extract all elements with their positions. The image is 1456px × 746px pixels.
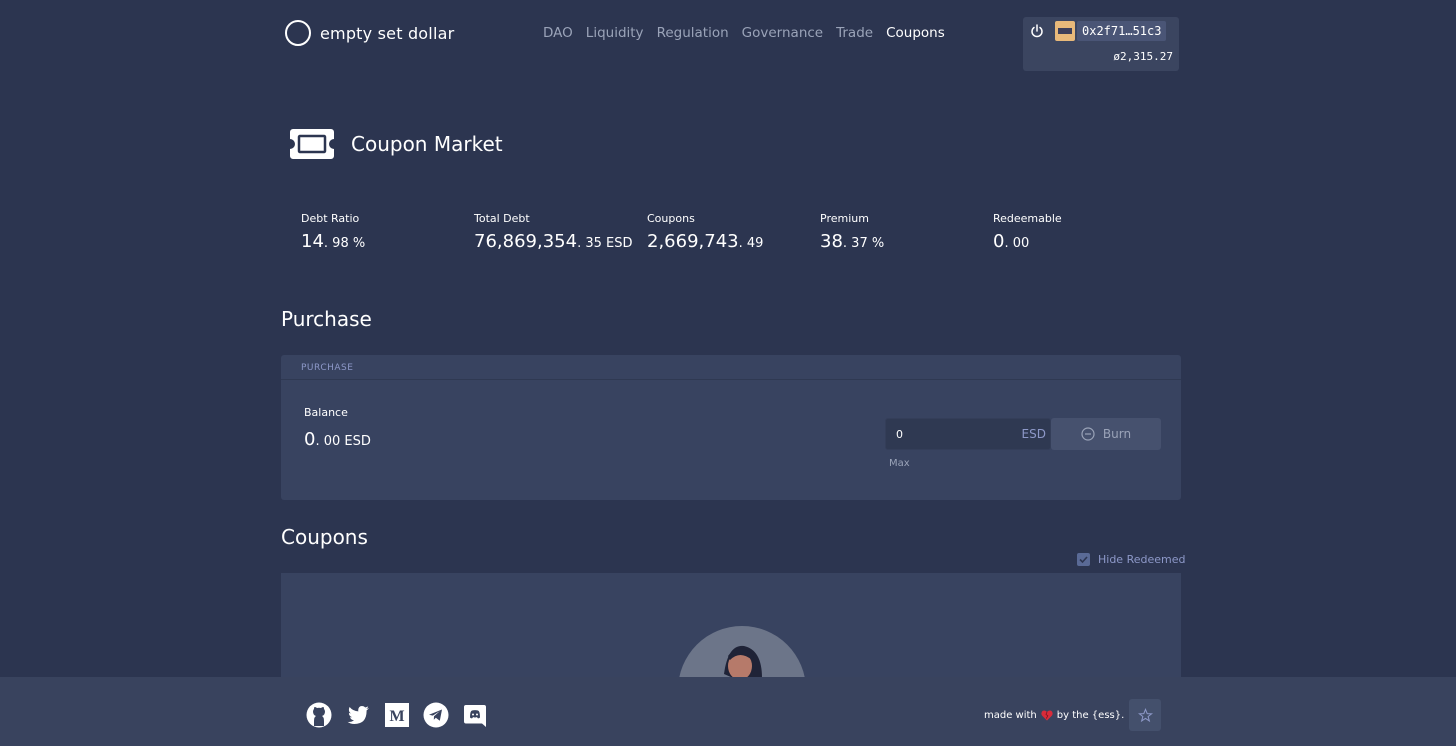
wallet-avatar [1055, 21, 1075, 41]
balance-value: 0. 00 ESD [304, 429, 371, 450]
made-with-text: made with by the {ess}. [984, 710, 1125, 721]
burn-amount-unit: ESD [1021, 427, 1046, 441]
check-icon [1079, 556, 1088, 564]
nav-item-regulation[interactable]: Regulation [657, 25, 729, 41]
star-button[interactable] [1129, 699, 1161, 731]
wallet-balance: ø2,315.27 [1113, 50, 1173, 63]
coupons-section-title: Coupons [281, 525, 368, 549]
stat-value: 0. 00 [993, 231, 1030, 252]
stat-value: 76,869,354. 35 ESD [474, 231, 633, 252]
minus-circle-icon [1081, 427, 1095, 441]
coupons-list [281, 573, 1181, 683]
star-icon [1137, 707, 1153, 722]
max-button[interactable]: Max [889, 458, 910, 469]
main-nav: DAO Liquidity Regulation Governance Trad… [543, 25, 945, 41]
stat-label: Redeemable [993, 212, 1062, 225]
burn-amount-input[interactable]: 0 ESD [885, 418, 1051, 450]
svg-text:M: M [389, 708, 404, 725]
stat-value: 2,669,743. 49 [647, 231, 764, 252]
stat-label: Premium [820, 212, 869, 225]
github-icon[interactable] [306, 702, 332, 728]
footer: M made with by the {ess}. [0, 677, 1456, 746]
discord-icon[interactable] [462, 702, 488, 728]
burn-button-label: Burn [1102, 427, 1132, 441]
stat-label: Debt Ratio [301, 212, 360, 225]
stat-redeemable: Redeemable 0. 00 [993, 212, 1166, 252]
empty-state-illustration [678, 626, 806, 683]
stat-value: 14. 98 % [301, 231, 366, 252]
stat-value: 38. 37 % [820, 231, 885, 252]
stat-coupons: Coupons 2,669,743. 49 [647, 212, 820, 252]
brand-name: empty set dollar [320, 23, 455, 43]
medium-icon[interactable]: M [384, 702, 410, 728]
telegram-icon[interactable] [423, 702, 449, 728]
balance-label: Balance [304, 406, 348, 419]
stat-label: Total Debt [474, 212, 530, 225]
nav-item-dao[interactable]: DAO [543, 25, 573, 41]
wallet-panel: 0x2f71…51c3 ø2,315.27 [1023, 17, 1179, 71]
stat-premium: Premium 38. 37 % [820, 212, 993, 252]
page-header: Coupon Market [289, 128, 503, 160]
nav-item-governance[interactable]: Governance [742, 25, 823, 41]
nav-item-trade[interactable]: Trade [836, 25, 873, 41]
social-links: M [306, 702, 488, 728]
hide-redeemed-toggle[interactable]: Hide Redeemed [1077, 553, 1185, 566]
purchase-box-header: PURCHASE [281, 355, 1181, 380]
burn-amount-value[interactable]: 0 [896, 428, 903, 441]
purchase-section-title: Purchase [281, 307, 372, 331]
stat-label: Coupons [647, 212, 695, 225]
stat-total-debt: Total Debt 76,869,354. 35 ESD [474, 212, 647, 252]
ticket-icon [290, 129, 334, 159]
stats-row: Debt Ratio 14. 98 % Total Debt 76,869,35… [301, 212, 1166, 252]
nav-item-coupons[interactable]: Coupons [886, 25, 945, 41]
nav-item-liquidity[interactable]: Liquidity [586, 25, 644, 41]
hide-redeemed-label: Hide Redeemed [1098, 553, 1186, 566]
power-icon[interactable] [1029, 23, 1045, 39]
stat-debt-ratio: Debt Ratio 14. 98 % [301, 212, 474, 252]
brand-logo[interactable]: empty set dollar [285, 20, 454, 46]
hide-redeemed-checkbox[interactable] [1077, 553, 1090, 566]
page-title: Coupon Market [351, 132, 503, 156]
burn-button[interactable]: Burn [1051, 418, 1161, 450]
wallet-address[interactable]: 0x2f71…51c3 [1077, 21, 1167, 41]
twitter-icon[interactable] [345, 702, 371, 728]
purchase-box: PURCHASE Balance 0. 00 ESD 0 ESD Burn Ma… [281, 355, 1181, 500]
logo-circle-icon [285, 20, 311, 46]
broken-heart-icon [1041, 710, 1053, 721]
